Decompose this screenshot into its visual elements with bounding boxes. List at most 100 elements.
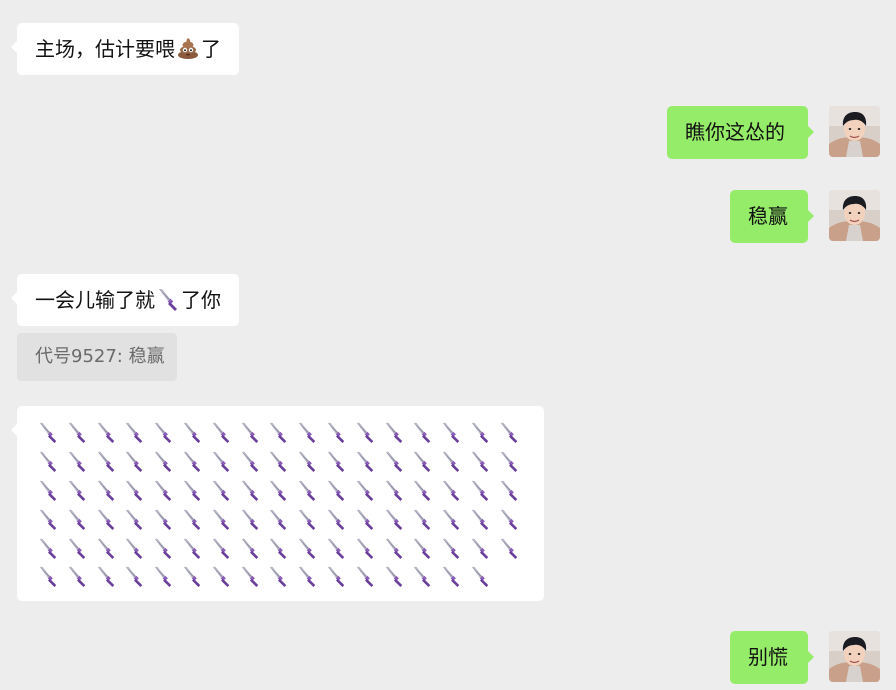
- knife-icon: [296, 533, 325, 562]
- knife-icon: [469, 533, 498, 562]
- knife-icon: [37, 562, 66, 591]
- knife-icon: [239, 562, 268, 591]
- knife-icon: [181, 533, 210, 562]
- knife-icon: [239, 418, 268, 447]
- knife-icon: [156, 287, 180, 311]
- knife-icon: [440, 504, 469, 533]
- knife-icon: [95, 533, 124, 562]
- knife-icon: [181, 447, 210, 476]
- knife-icon: [469, 476, 498, 505]
- knife-icon: [210, 476, 239, 505]
- knife-icon: [210, 447, 239, 476]
- knife-icon: [66, 533, 95, 562]
- knife-icon: [440, 447, 469, 476]
- emoji-row: [37, 476, 528, 505]
- knife-icon: [440, 562, 469, 591]
- quoted-reply-text: 代号9527: 稳赢: [35, 346, 165, 367]
- message-bubble-incoming[interactable]: 一会儿输了就 了你: [11, 274, 239, 326]
- knife-icon: [66, 562, 95, 591]
- knife-icon: [37, 418, 66, 447]
- emoji-row: [37, 447, 528, 476]
- knife-icon: [498, 418, 527, 447]
- emoji-row: [37, 504, 528, 533]
- knife-icon: [469, 447, 498, 476]
- message-text: 了: [201, 37, 221, 61]
- message-bubble-outgoing[interactable]: 瞧你这怂的: [667, 106, 814, 159]
- knife-icon: [152, 504, 181, 533]
- knife-icon: [267, 476, 296, 505]
- knife-icon: [239, 476, 268, 505]
- message-bubble-emoji-grid[interactable]: [11, 406, 544, 601]
- knife-icon: [411, 533, 440, 562]
- quoted-reply[interactable]: 代号9527: 稳赢: [17, 333, 177, 381]
- knife-icon: [267, 533, 296, 562]
- message-text: 瞧你这怂的: [685, 120, 785, 144]
- knife-icon: [296, 447, 325, 476]
- knife-icon: [152, 562, 181, 591]
- knife-icon: [383, 447, 412, 476]
- knife-icon: [354, 418, 383, 447]
- knife-icon: [354, 533, 383, 562]
- knife-icon: [123, 533, 152, 562]
- knife-icon: [181, 418, 210, 447]
- knife-icon: [66, 476, 95, 505]
- knife-icon: [296, 562, 325, 591]
- knife-icon: [66, 447, 95, 476]
- knife-icon: [267, 562, 296, 591]
- poop-icon: [176, 36, 200, 60]
- avatar[interactable]: [829, 190, 880, 241]
- knife-icon: [469, 562, 498, 591]
- avatar[interactable]: [829, 106, 880, 157]
- message-bubble-outgoing[interactable]: 稳赢: [730, 190, 814, 243]
- message-text: 一会儿输了就: [35, 288, 155, 312]
- knife-icon: [152, 418, 181, 447]
- knife-icon: [239, 447, 268, 476]
- knife-icon: [383, 533, 412, 562]
- avatar-image: [829, 106, 880, 157]
- knife-icon: [239, 533, 268, 562]
- knife-icon: [296, 476, 325, 505]
- message-bubble-outgoing[interactable]: 别慌: [730, 631, 814, 684]
- knife-icon: [181, 476, 210, 505]
- knife-icon: [325, 562, 354, 591]
- knife-icon: [411, 447, 440, 476]
- knife-icon: [95, 504, 124, 533]
- knife-icon: [296, 418, 325, 447]
- knife-icon: [95, 562, 124, 591]
- knife-icon: [440, 533, 469, 562]
- knife-icon: [210, 533, 239, 562]
- knife-icon: [411, 476, 440, 505]
- knife-icon: [411, 562, 440, 591]
- knife-icon: [325, 447, 354, 476]
- knife-icon: [267, 447, 296, 476]
- emoji-row: [37, 562, 528, 591]
- knife-icon: [152, 533, 181, 562]
- knife-icon: [354, 476, 383, 505]
- knife-icon: [325, 418, 354, 447]
- knife-icon: [383, 504, 412, 533]
- message-text: 主场，估计要喂: [35, 37, 175, 61]
- avatar[interactable]: [829, 631, 880, 682]
- knife-icon: [123, 418, 152, 447]
- knife-icon: [123, 504, 152, 533]
- knife-icon: [498, 504, 527, 533]
- knife-icon: [37, 504, 66, 533]
- knife-icon: [95, 447, 124, 476]
- knife-icon: [66, 504, 95, 533]
- knife-icon: [95, 476, 124, 505]
- knife-icon: [411, 504, 440, 533]
- knife-icon: [383, 562, 412, 591]
- message-text: 别慌: [748, 645, 788, 669]
- knife-icon: [498, 447, 527, 476]
- knife-icon: [37, 447, 66, 476]
- knife-icon: [325, 533, 354, 562]
- knife-icon: [383, 476, 412, 505]
- knife-icon: [296, 504, 325, 533]
- knife-icon: [411, 418, 440, 447]
- message-text: 了你: [181, 288, 221, 312]
- knife-icon: [383, 418, 412, 447]
- knife-icon: [354, 447, 383, 476]
- avatar-image: [829, 190, 880, 241]
- knife-icon: [210, 562, 239, 591]
- message-bubble-incoming[interactable]: 主场，估计要喂 了: [11, 23, 239, 75]
